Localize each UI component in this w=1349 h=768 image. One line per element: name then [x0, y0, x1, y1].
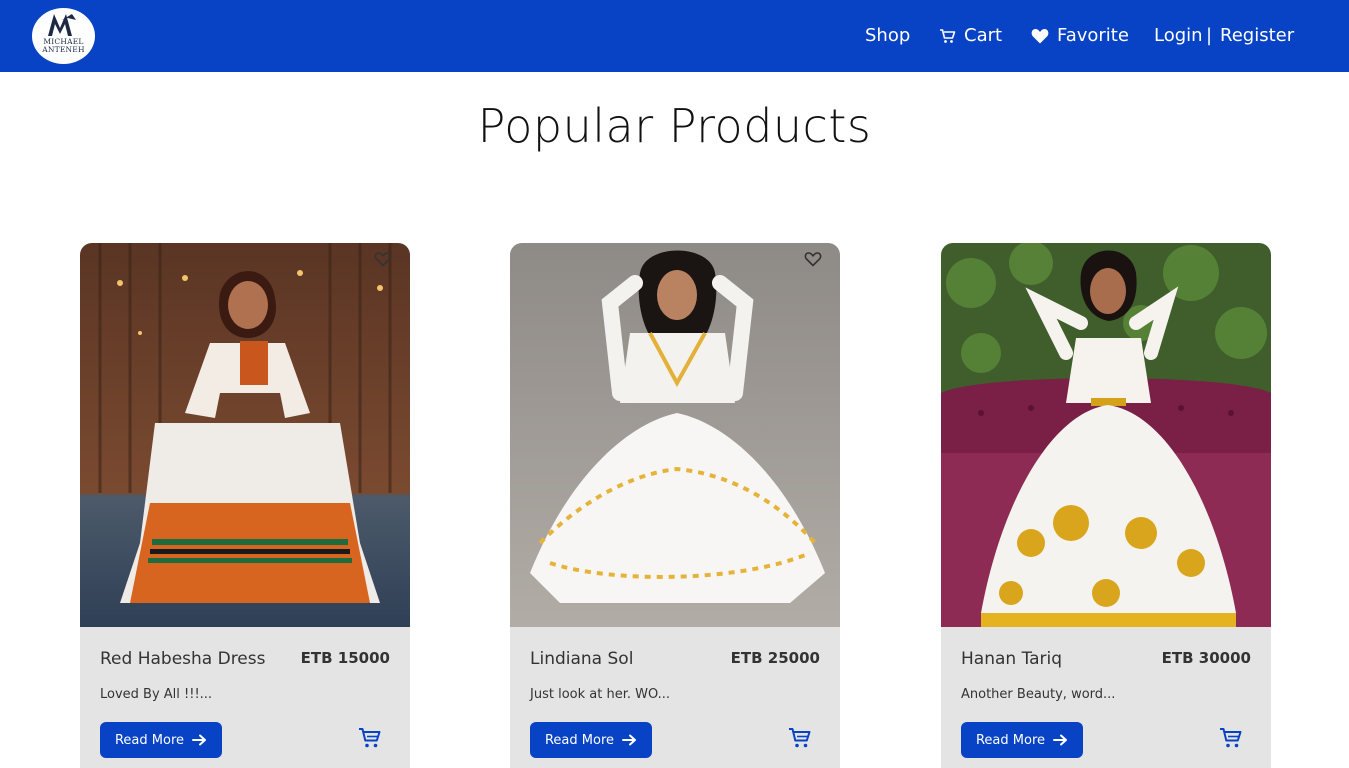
logo-mark-icon: [48, 14, 76, 36]
nav-cart-label: Cart: [964, 25, 1003, 46]
product-image[interactable]: [510, 243, 840, 627]
nav-separator: |: [1206, 25, 1213, 46]
product-image[interactable]: [941, 243, 1271, 627]
product-card-body: Hanan Tariq ETB 30000 Another Beauty, wo…: [941, 627, 1271, 768]
nav-shop-link[interactable]: Shop: [865, 24, 910, 48]
brand-logo[interactable]: MICHAEL ANTENEH: [32, 8, 95, 64]
product-card-body: Lindiana Sol ETB 25000 Just look at her.…: [510, 627, 840, 768]
read-more-button[interactable]: Read More: [961, 722, 1083, 758]
product-description: Loved By All !!!...: [100, 687, 213, 702]
logo-text-line2: ANTENEH: [42, 45, 85, 54]
product-card: Red Habesha Dress ETB 15000 Loved By All…: [80, 243, 410, 768]
read-more-label: Read More: [114, 732, 185, 748]
arrow-right-icon: [192, 734, 207, 746]
nav-shop-label: Shop: [865, 25, 911, 46]
product-price: ETB 30000: [1161, 649, 1251, 667]
favorite-heart-icon[interactable]: [804, 251, 822, 267]
nav-favorite-link[interactable]: Favorite: [1031, 24, 1129, 48]
product-card-body: Red Habesha Dress ETB 15000 Loved By All…: [80, 627, 410, 768]
product-card: Lindiana Sol ETB 25000 Just look at her.…: [510, 243, 840, 768]
page-title: Popular Products: [477, 99, 872, 153]
product-description: Another Beauty, word...: [961, 687, 1116, 702]
product-name: Hanan Tariq: [961, 649, 1063, 669]
read-more-button[interactable]: Read More: [530, 722, 652, 758]
favorite-heart-icon[interactable]: [374, 251, 392, 267]
product-price: ETB 15000: [300, 649, 390, 667]
product-name: Lindiana Sol: [530, 649, 634, 669]
add-to-cart-icon[interactable]: [358, 727, 382, 749]
product-name: Red Habesha Dress: [100, 649, 266, 669]
read-more-label: Read More: [975, 732, 1046, 748]
product-description: Just look at her. WO...: [530, 687, 671, 702]
read-more-button[interactable]: Read More: [100, 722, 222, 758]
heart-icon: [1031, 29, 1049, 44]
add-to-cart-icon[interactable]: [1219, 727, 1243, 749]
navbar: MICHAEL ANTENEH Shop Cart Favorite Login…: [0, 0, 1349, 72]
product-image[interactable]: [80, 243, 410, 627]
nav-favorite-label: Favorite: [1057, 25, 1129, 46]
cart-icon: [940, 29, 956, 43]
nav-register-label: Register: [1220, 25, 1295, 46]
product-card: Hanan Tariq ETB 30000 Another Beauty, wo…: [941, 243, 1271, 768]
nav-login-label: Login: [1154, 25, 1203, 46]
arrow-right-icon: [622, 734, 637, 746]
nav-register-link[interactable]: Register: [1220, 24, 1294, 48]
read-more-label: Read More: [544, 732, 615, 748]
nav-login-link[interactable]: Login: [1154, 24, 1203, 48]
arrow-right-icon: [1053, 734, 1068, 746]
product-price: ETB 25000: [730, 649, 820, 667]
nav-cart-link[interactable]: Cart: [939, 24, 1002, 48]
add-to-cart-icon[interactable]: [788, 727, 812, 749]
